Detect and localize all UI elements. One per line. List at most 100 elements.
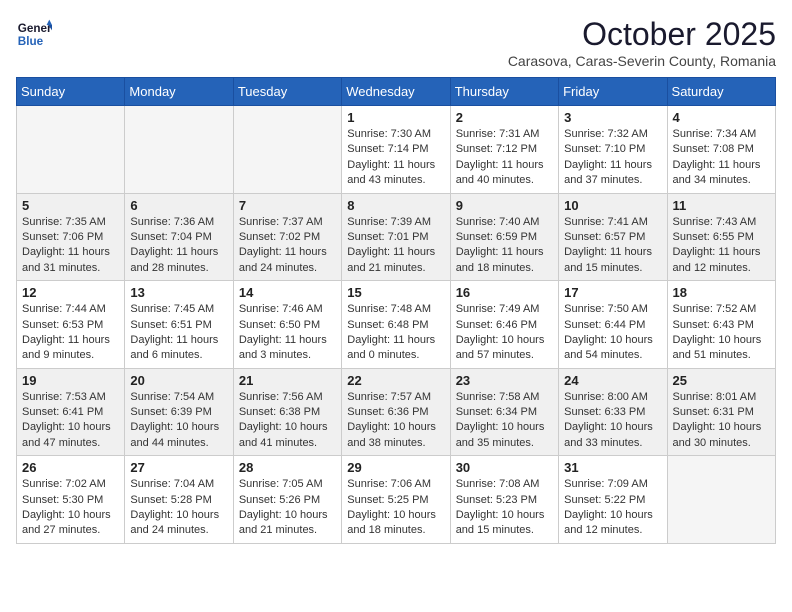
day-number: 30 [456, 460, 553, 475]
calendar-cell: 9 Sunrise: 7:40 AM Sunset: 6:59 PM Daylig… [450, 193, 558, 281]
calendar-cell: 24 Sunrise: 8:00 AM Sunset: 6:33 PM Dayli… [559, 368, 667, 456]
weekday-header-friday: Friday [559, 78, 667, 106]
day-info: Sunrise: 7:32 AM Sunset: 7:10 PM Dayligh… [564, 127, 661, 189]
day-info: Sunrise: 7:58 AM Sunset: 6:34 PM Dayligh… [456, 390, 553, 452]
calendar-cell: 20 Sunrise: 7:54 AM Sunset: 6:39 PM Dayli… [125, 368, 233, 456]
day-number: 15 [347, 285, 444, 300]
calendar-cell: 3 Sunrise: 7:32 AM Sunset: 7:10 PM Daylig… [559, 106, 667, 194]
day-info: Sunrise: 7:56 AM Sunset: 6:38 PM Dayligh… [239, 390, 336, 452]
day-info: Sunrise: 7:44 AM Sunset: 6:53 PM Dayligh… [22, 302, 119, 364]
day-number: 24 [564, 373, 661, 388]
calendar-cell: 23Sunrise: 7:58 AM Sunset: 6:34 PM Dayli… [450, 368, 558, 456]
day-info: Sunrise: 7:48 AM Sunset: 6:48 PM Dayligh… [347, 302, 444, 364]
day-number: 26 [22, 460, 119, 475]
day-info: Sunrise: 7:57 AM Sunset: 6:36 PM Dayligh… [347, 390, 444, 452]
calendar-cell: 25 Sunrise: 8:01 AM Sunset: 6:31 PM Dayli… [667, 368, 775, 456]
weekday-header-thursday: Thursday [450, 78, 558, 106]
day-number: 13 [130, 285, 227, 300]
calendar-cell: 27 Sunrise: 7:04 AM Sunset: 5:28 PM Dayli… [125, 456, 233, 544]
calendar-cell: 19 Sunrise: 7:53 AM Sunset: 6:41 PM Dayli… [17, 368, 125, 456]
day-info: Sunrise: 7:39 AM Sunset: 7:01 PM Dayligh… [347, 215, 444, 277]
day-number: 16 [456, 285, 553, 300]
calendar-week-2: 5 Sunrise: 7:35 AM Sunset: 7:06 PM Daylig… [17, 193, 776, 281]
calendar-cell: 26 Sunrise: 7:02 AM Sunset: 5:30 PM Dayli… [17, 456, 125, 544]
day-number: 12 [22, 285, 119, 300]
day-info: Sunrise: 7:50 AM Sunset: 6:44 PM Dayligh… [564, 302, 661, 364]
title-block: October 2025 Carasova, Caras-Severin Cou… [508, 16, 776, 69]
calendar-cell: 31Sunrise: 7:09 AM Sunset: 5:22 PM Dayli… [559, 456, 667, 544]
day-info: Sunrise: 7:35 AM Sunset: 7:06 PM Dayligh… [22, 215, 119, 277]
calendar-table: SundayMondayTuesdayWednesdayThursdayFrid… [16, 77, 776, 544]
calendar-cell: 10Sunrise: 7:41 AM Sunset: 6:57 PM Dayli… [559, 193, 667, 281]
weekday-header-wednesday: Wednesday [342, 78, 450, 106]
day-number: 2 [456, 110, 553, 125]
day-number: 5 [22, 198, 119, 213]
weekday-header-sunday: Sunday [17, 78, 125, 106]
calendar-cell: 11 Sunrise: 7:43 AM Sunset: 6:55 PM Dayli… [667, 193, 775, 281]
day-number: 21 [239, 373, 336, 388]
day-info: Sunrise: 7:40 AM Sunset: 6:59 PM Dayligh… [456, 215, 553, 277]
day-number: 14 [239, 285, 336, 300]
day-info: Sunrise: 8:00 AM Sunset: 6:33 PM Dayligh… [564, 390, 661, 452]
day-number: 3 [564, 110, 661, 125]
calendar-cell: 12 Sunrise: 7:44 AM Sunset: 6:53 PM Dayli… [17, 281, 125, 369]
day-number: 18 [673, 285, 770, 300]
day-number: 20 [130, 373, 227, 388]
calendar-cell: 14 Sunrise: 7:46 AM Sunset: 6:50 PM Dayli… [233, 281, 341, 369]
logo: General Blue [16, 16, 52, 52]
day-number: 17 [564, 285, 661, 300]
month-title: October 2025 [508, 16, 776, 53]
weekday-header-monday: Monday [125, 78, 233, 106]
day-number: 9 [456, 198, 553, 213]
day-info: Sunrise: 7:52 AM Sunset: 6:43 PM Dayligh… [673, 302, 770, 364]
day-number: 8 [347, 198, 444, 213]
day-info: Sunrise: 7:49 AM Sunset: 6:46 PM Dayligh… [456, 302, 553, 364]
day-info: Sunrise: 7:31 AM Sunset: 7:12 PM Dayligh… [456, 127, 553, 189]
day-info: Sunrise: 8:01 AM Sunset: 6:31 PM Dayligh… [673, 390, 770, 452]
day-info: Sunrise: 7:04 AM Sunset: 5:28 PM Dayligh… [130, 477, 227, 539]
day-info: Sunrise: 7:41 AM Sunset: 6:57 PM Dayligh… [564, 215, 661, 277]
svg-text:General: General [18, 22, 52, 35]
calendar-cell [17, 106, 125, 194]
day-info: Sunrise: 7:43 AM Sunset: 6:55 PM Dayligh… [673, 215, 770, 277]
day-number: 1 [347, 110, 444, 125]
calendar-cell [125, 106, 233, 194]
day-number: 19 [22, 373, 119, 388]
calendar-cell: 17 Sunrise: 7:50 AM Sunset: 6:44 PM Dayli… [559, 281, 667, 369]
day-number: 7 [239, 198, 336, 213]
calendar-week-3: 12 Sunrise: 7:44 AM Sunset: 6:53 PM Dayli… [17, 281, 776, 369]
calendar-cell [667, 456, 775, 544]
calendar-cell [233, 106, 341, 194]
day-info: Sunrise: 7:06 AM Sunset: 5:25 PM Dayligh… [347, 477, 444, 539]
day-info: Sunrise: 7:46 AM Sunset: 6:50 PM Dayligh… [239, 302, 336, 364]
day-number: 4 [673, 110, 770, 125]
svg-text:Blue: Blue [18, 35, 44, 48]
calendar-week-5: 26 Sunrise: 7:02 AM Sunset: 5:30 PM Dayli… [17, 456, 776, 544]
day-info: Sunrise: 7:30 AM Sunset: 7:14 PM Dayligh… [347, 127, 444, 189]
day-info: Sunrise: 7:08 AM Sunset: 5:23 PM Dayligh… [456, 477, 553, 539]
calendar-cell: 21 Sunrise: 7:56 AM Sunset: 6:38 PM Dayli… [233, 368, 341, 456]
calendar-cell: 28Sunrise: 7:05 AM Sunset: 5:26 PM Dayli… [233, 456, 341, 544]
day-number: 11 [673, 198, 770, 213]
day-info: Sunrise: 7:53 AM Sunset: 6:41 PM Dayligh… [22, 390, 119, 452]
calendar-cell: 29Sunrise: 7:06 AM Sunset: 5:25 PM Dayli… [342, 456, 450, 544]
day-number: 6 [130, 198, 227, 213]
weekday-header-saturday: Saturday [667, 78, 775, 106]
calendar-week-4: 19 Sunrise: 7:53 AM Sunset: 6:41 PM Dayli… [17, 368, 776, 456]
calendar-cell: 30 Sunrise: 7:08 AM Sunset: 5:23 PM Dayli… [450, 456, 558, 544]
calendar-cell: 15 Sunrise: 7:48 AM Sunset: 6:48 PM Dayli… [342, 281, 450, 369]
day-info: Sunrise: 7:45 AM Sunset: 6:51 PM Dayligh… [130, 302, 227, 364]
day-info: Sunrise: 7:02 AM Sunset: 5:30 PM Dayligh… [22, 477, 119, 539]
location-subtitle: Carasova, Caras-Severin County, Romania [508, 53, 776, 69]
page-header: General Blue October 2025 Carasova, Cara… [16, 16, 776, 69]
day-info: Sunrise: 7:54 AM Sunset: 6:39 PM Dayligh… [130, 390, 227, 452]
day-number: 27 [130, 460, 227, 475]
weekday-header-tuesday: Tuesday [233, 78, 341, 106]
calendar-cell: 5 Sunrise: 7:35 AM Sunset: 7:06 PM Daylig… [17, 193, 125, 281]
day-info: Sunrise: 7:34 AM Sunset: 7:08 PM Dayligh… [673, 127, 770, 189]
calendar-cell: 16 Sunrise: 7:49 AM Sunset: 6:46 PM Dayli… [450, 281, 558, 369]
day-info: Sunrise: 7:05 AM Sunset: 5:26 PM Dayligh… [239, 477, 336, 539]
day-number: 22 [347, 373, 444, 388]
day-number: 25 [673, 373, 770, 388]
calendar-cell: 18 Sunrise: 7:52 AM Sunset: 6:43 PM Dayli… [667, 281, 775, 369]
